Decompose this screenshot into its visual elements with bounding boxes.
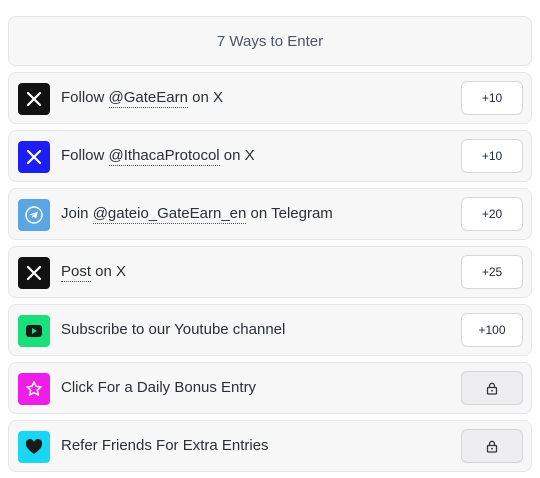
youtube-icon bbox=[18, 315, 50, 347]
entry-label: Click For a Daily Bonus Entry bbox=[61, 379, 257, 396]
entry-row-post-on-x[interactable]: Post on X +25 bbox=[8, 246, 532, 298]
entry-row-follow-ithaca[interactable]: Follow @IthacaProtocol on X +10 bbox=[8, 130, 532, 182]
entry-methods-header: 7 Ways to Enter bbox=[8, 16, 532, 66]
lock-icon bbox=[486, 382, 498, 395]
entry-row-subscribe-youtube[interactable]: Subscribe to our Youtube channel +100 bbox=[8, 304, 532, 356]
entry-points-button[interactable]: +100 bbox=[461, 313, 523, 347]
locked-entry-button[interactable] bbox=[461, 429, 523, 463]
entry-link[interactable]: @gateio_GateEarn_en bbox=[92, 205, 247, 224]
entry-points-button[interactable]: +10 bbox=[461, 139, 523, 173]
entry-points-button[interactable]: +20 bbox=[461, 197, 523, 231]
heart-icon bbox=[18, 431, 50, 463]
locked-entry-button[interactable] bbox=[461, 371, 523, 405]
entry-link[interactable]: @GateEarn bbox=[108, 89, 188, 108]
entry-label: Post on X bbox=[61, 263, 127, 282]
entry-label: Follow @GateEarn on X bbox=[61, 89, 223, 108]
header-title: 7 Ways to Enter bbox=[216, 32, 324, 50]
lock-icon bbox=[486, 440, 498, 453]
entry-row-follow-gateearn[interactable]: Follow @GateEarn on X +10 bbox=[8, 72, 532, 124]
entry-label: Subscribe to our Youtube channel bbox=[61, 321, 286, 338]
entry-row-daily-bonus[interactable]: Click For a Daily Bonus Entry bbox=[8, 362, 532, 414]
x-logo-icon bbox=[18, 257, 50, 289]
entry-label: Join @gateio_GateEarn_en on Telegram bbox=[61, 205, 333, 224]
entry-points-button[interactable]: +25 bbox=[461, 255, 523, 289]
star-icon bbox=[18, 373, 50, 405]
entry-link[interactable]: @IthacaProtocol bbox=[108, 147, 220, 166]
entry-label: Follow @IthacaProtocol on X bbox=[61, 147, 255, 166]
telegram-icon bbox=[18, 199, 50, 231]
entry-label: Refer Friends For Extra Entries bbox=[61, 437, 269, 454]
entry-points-button[interactable]: +10 bbox=[461, 81, 523, 115]
x-logo-icon bbox=[18, 83, 50, 115]
entry-row-refer-friends[interactable]: Refer Friends For Extra Entries bbox=[8, 420, 532, 472]
entry-link[interactable]: Post bbox=[61, 263, 92, 282]
entry-row-join-telegram[interactable]: Join @gateio_GateEarn_en on Telegram +20 bbox=[8, 188, 532, 240]
x-logo-icon bbox=[18, 141, 50, 173]
